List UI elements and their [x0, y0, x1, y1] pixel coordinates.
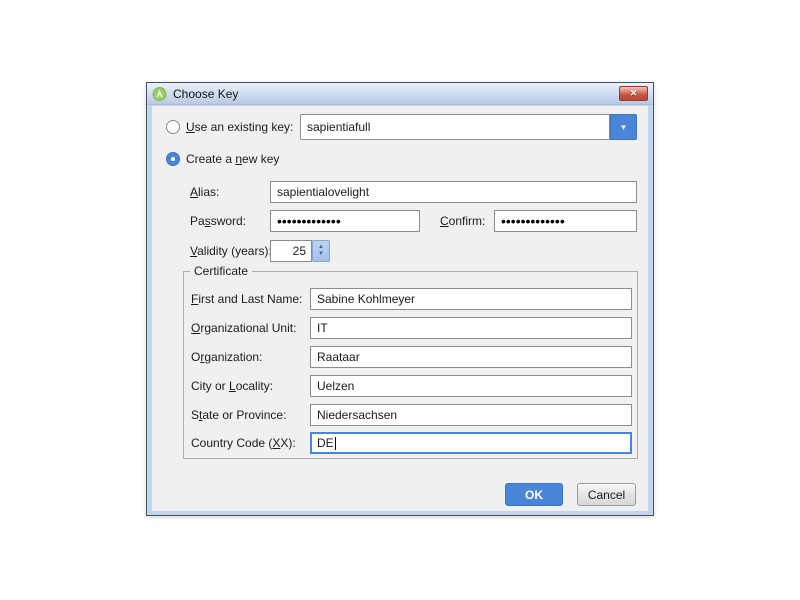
spinner-down-icon[interactable]: ▼ [318, 251, 324, 258]
close-icon: ✕ [630, 88, 638, 99]
radio-use-existing-key[interactable] [166, 120, 180, 134]
country-code-label: Country Code (XX): [191, 435, 296, 451]
organizational-unit-input[interactable]: IT [310, 317, 632, 339]
validity-label: Validity (years): [190, 243, 272, 259]
state-province-input[interactable]: Niedersachsen [310, 404, 632, 426]
combobox-dropdown-button[interactable]: ▼ [610, 114, 637, 140]
cancel-button[interactable]: Cancel [577, 483, 636, 506]
text-caret [335, 437, 336, 450]
organization-label: Organization: [191, 349, 262, 365]
dialog-title: Choose Key [173, 87, 238, 101]
chevron-down-icon: ▼ [620, 123, 628, 132]
android-studio-icon [152, 86, 167, 101]
validity-stepper[interactable]: ▲ ▼ [312, 240, 330, 262]
alias-input[interactable]: sapientialovelight [270, 181, 637, 203]
first-last-name-input[interactable]: Sabine Kohlmeyer [310, 288, 632, 310]
country-code-input[interactable]: DE [310, 432, 632, 454]
radio-create-new-key[interactable] [166, 152, 180, 166]
confirm-password-input[interactable]: ••••••••••••• [494, 210, 637, 232]
organization-input[interactable]: Raataar [310, 346, 632, 368]
password-input[interactable]: ••••••••••••• [270, 210, 420, 232]
existing-key-combobox[interactable]: sapientiafull ▼ [300, 114, 637, 140]
create-new-key-label: Create a new key [186, 151, 279, 167]
ok-button[interactable]: OK [505, 483, 563, 506]
existing-key-value[interactable]: sapientiafull [300, 114, 610, 140]
use-existing-key-label: Use an existing key: [186, 119, 293, 135]
alias-label: Alias: [190, 184, 219, 200]
password-label: Password: [190, 213, 246, 229]
validity-input[interactable]: 25 [270, 240, 312, 262]
city-locality-label: City or Locality: [191, 378, 273, 394]
confirm-label: Confirm: [440, 213, 485, 229]
state-province-label: State or Province: [191, 407, 286, 423]
titlebar[interactable]: Choose Key ✕ [147, 83, 653, 105]
spinner-up-icon[interactable]: ▲ [318, 244, 324, 251]
dialog-content: Use an existing key: sapientiafull ▼ Cre… [152, 106, 648, 511]
city-locality-input[interactable]: Uelzen [310, 375, 632, 397]
first-last-name-label: First and Last Name: [191, 291, 302, 307]
organizational-unit-label: Organizational Unit: [191, 320, 296, 336]
choose-key-dialog: Choose Key ✕ Use an existing key: sapien… [146, 82, 654, 516]
close-button[interactable]: ✕ [619, 86, 648, 101]
certificate-groupbox: Certificate First and Last Name: Sabine … [183, 271, 638, 459]
certificate-group-title: Certificate [190, 264, 252, 279]
